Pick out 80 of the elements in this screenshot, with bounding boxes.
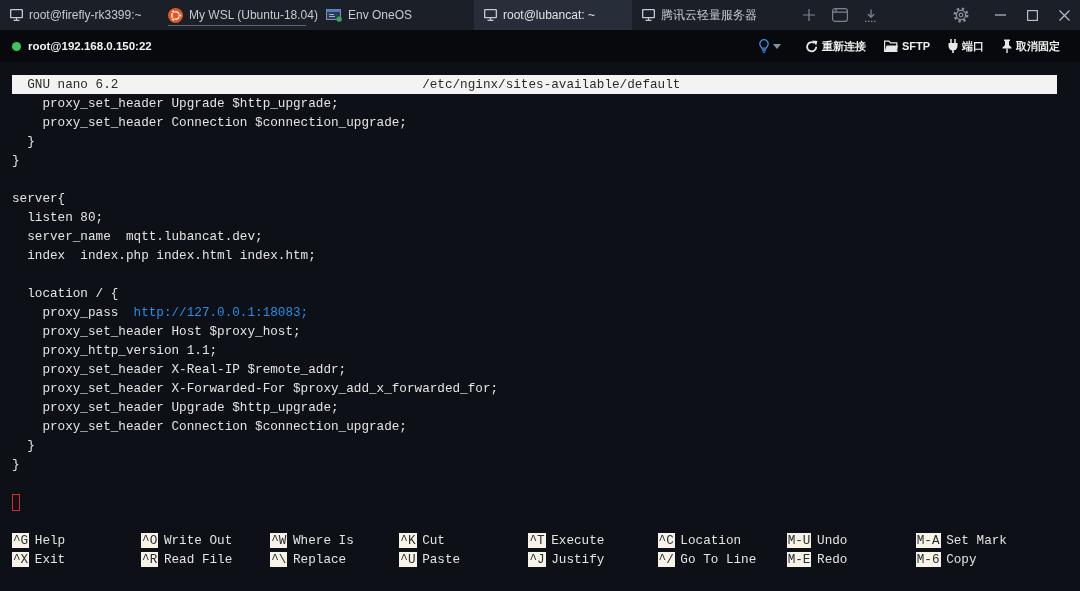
text-cursor (12, 494, 20, 511)
maximize-icon[interactable] (1027, 9, 1038, 21)
monitor-icon (10, 9, 23, 21)
shortcut-label: Justify (551, 552, 605, 567)
shortcut-key: ^O (141, 533, 159, 548)
code-line: server{ (12, 191, 66, 206)
code-line: listen 80; (27, 210, 104, 225)
shortcut-label: Set Mark (946, 533, 1007, 548)
app-version: GNU nano 6.2 (27, 76, 119, 94)
monitor-icon (642, 9, 655, 21)
tab[interactable]: Env OneOS (316, 0, 474, 30)
shortcut-key: M-A (915, 533, 941, 548)
plug-icon (948, 39, 958, 53)
shortcut-key: ^U (399, 552, 417, 567)
shortcut-key: ^K (399, 533, 417, 548)
plus-icon[interactable] (803, 9, 815, 21)
code-line: proxy_http_version 1.1; (42, 343, 218, 358)
code-line: proxy_set_header Host $proxy_host; (42, 324, 301, 339)
shortcut-key: ^C (657, 533, 675, 548)
monitor-icon (484, 9, 497, 21)
shortcut-label: Exit (34, 552, 66, 567)
shortcut-key: M-U (786, 533, 812, 548)
code-line: proxy_set_header X-Real-IP $remote_addr; (42, 362, 347, 377)
shortcut-label: Write Out (163, 533, 233, 548)
shortcut-label: Redo (817, 552, 848, 567)
code-line: proxy_set_header Upgrade $http_upgrade; (42, 400, 339, 415)
settings-icon[interactable] (953, 7, 969, 23)
file-path: /etc/nginx/sites-available/default (422, 76, 681, 94)
toolbar-button[interactable]: 取消固定 (1002, 38, 1060, 54)
code-line: proxy_set_header X-Forwarded-For $proxy_add_x_forwarded_for; (42, 381, 499, 396)
folder-icon (883, 40, 898, 52)
code-line: server_name mqtt.lubancat.dev; (27, 229, 263, 244)
caret-icon (772, 43, 781, 49)
shortcut-key: M-6 (915, 552, 941, 567)
shortcut-key: ^G (12, 533, 30, 548)
toolbar-button[interactable]: 端口 (948, 38, 984, 54)
shortcut-key: ^W (270, 533, 288, 548)
shortcut-label: Read File (163, 552, 233, 567)
code-line: proxy_set_header Upgrade $http_upgrade; (42, 96, 339, 111)
shortcut-key: M-E (786, 552, 812, 567)
shortcut-key: ^R (141, 552, 159, 567)
hint-button[interactable] (758, 39, 781, 53)
shortcut-label: Undo (817, 533, 848, 548)
shortcut-key: ^T (528, 533, 546, 548)
code-line: } (27, 134, 35, 149)
pin-icon (1002, 39, 1012, 53)
window-icon (326, 8, 342, 22)
code-line: } (12, 457, 20, 472)
host-label: root@192.168.0.150:22 (28, 40, 152, 52)
shortcut-label: Location (680, 533, 742, 548)
shortcut-key: ^X (12, 552, 30, 567)
tab[interactable]: 腾讯云轻量服务器 (632, 0, 790, 30)
shortcut-label: Cut (422, 533, 445, 548)
shortcut-label: Execute (551, 533, 605, 548)
shortcut-label: Paste (422, 552, 461, 567)
shortcut-key: ^/ (657, 552, 675, 567)
tab[interactable]: root@lubancat: ~ (474, 0, 632, 30)
refresh-icon (804, 39, 818, 53)
toolbar-button[interactable]: 重新连接 (804, 38, 866, 54)
shortcut-label: Help (34, 533, 66, 548)
code-line: proxy_pass http://127.0.0.1:18083; (42, 305, 309, 320)
close-icon[interactable] (1059, 9, 1070, 21)
code-line: proxy_set_header Connection $connection_upgrade; (42, 419, 407, 434)
shortcut-key: ^J (528, 552, 546, 567)
ring-logo-icon (168, 7, 183, 23)
code-line: index index.php index.html index.htm; (27, 248, 316, 263)
lightbulb-icon (758, 39, 769, 53)
tab[interactable]: root@firefly-rk3399:~ (0, 0, 158, 30)
shortcut-label: Copy (946, 552, 977, 567)
code-line: proxy_set_header Connection $connection_upgrade; (42, 115, 407, 130)
toolbar-button[interactable]: SFTP (883, 40, 930, 52)
code-line: } (27, 438, 35, 453)
code-line: } (12, 153, 20, 168)
download-icon[interactable] (865, 8, 877, 22)
shortcut-label: Go To Line (680, 552, 757, 567)
shortcut-key: ^\ (270, 552, 288, 567)
code-line: location / { (27, 286, 119, 301)
window-frame-icon[interactable] (832, 8, 848, 22)
shortcut-label: Where Is (293, 533, 354, 548)
shortcut-label: Replace (293, 552, 347, 567)
